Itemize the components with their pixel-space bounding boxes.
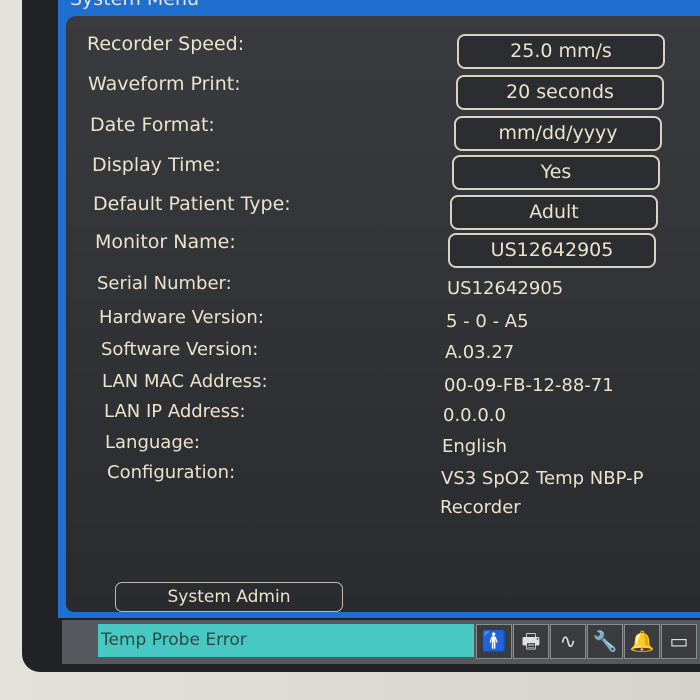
- recorder-speed-button[interactable]: 25.0 mm/s: [457, 34, 665, 69]
- system-admin-button[interactable]: System Admin: [115, 582, 343, 612]
- configuration-value-line2: Recorder: [440, 497, 521, 518]
- printer-icon[interactable]: 🖶: [513, 624, 549, 659]
- battery-icon: ▭: [661, 624, 697, 659]
- monitor-name-button[interactable]: US12642905: [448, 233, 656, 268]
- label-recorder-speed: Recorder Speed:: [87, 33, 245, 55]
- label-display-time: Display Time:: [92, 154, 221, 176]
- label-configuration: Configuration:: [107, 462, 236, 483]
- bell-icon[interactable]: 🔔: [624, 624, 660, 659]
- language-value: English: [442, 436, 507, 457]
- status-message: Temp Probe Error: [98, 624, 474, 657]
- lan-mac-value: 00-09-FB-12-88-71: [444, 375, 614, 396]
- waveform-icon[interactable]: ∿: [550, 624, 586, 659]
- date-format-button[interactable]: mm/dd/yyyy: [454, 116, 662, 151]
- display-time-button[interactable]: Yes: [452, 155, 660, 190]
- label-waveform-print: Waveform Print:: [88, 73, 241, 95]
- label-lan-mac: LAN MAC Address:: [102, 371, 268, 392]
- patient-type-button[interactable]: Adult: [450, 195, 658, 230]
- software-version-value: A.03.27: [445, 342, 515, 363]
- label-software-version: Software Version:: [101, 339, 259, 360]
- label-date-format: Date Format:: [90, 114, 215, 136]
- wrench-icon[interactable]: 🔧: [587, 624, 623, 659]
- serial-number-value: US12642905: [447, 278, 564, 299]
- waveform-print-button[interactable]: 20 seconds: [456, 75, 664, 110]
- label-serial-number: Serial Number:: [97, 273, 232, 294]
- label-monitor-name: Monitor Name:: [95, 231, 236, 253]
- label-lan-ip: LAN IP Address:: [104, 401, 246, 422]
- label-default-patient-type: Default Patient Type:: [93, 193, 291, 215]
- configuration-value: VS3 SpO2 Temp NBP-P: [441, 468, 644, 489]
- label-language: Language:: [105, 432, 200, 453]
- label-hardware-version: Hardware Version:: [99, 307, 264, 328]
- hardware-version-value: 5 - 0 - A5: [446, 311, 529, 332]
- lan-ip-value: 0.0.0.0: [443, 405, 506, 426]
- menu-title: System Menu: [70, 0, 199, 10]
- patient-icon[interactable]: 🚹: [476, 624, 512, 659]
